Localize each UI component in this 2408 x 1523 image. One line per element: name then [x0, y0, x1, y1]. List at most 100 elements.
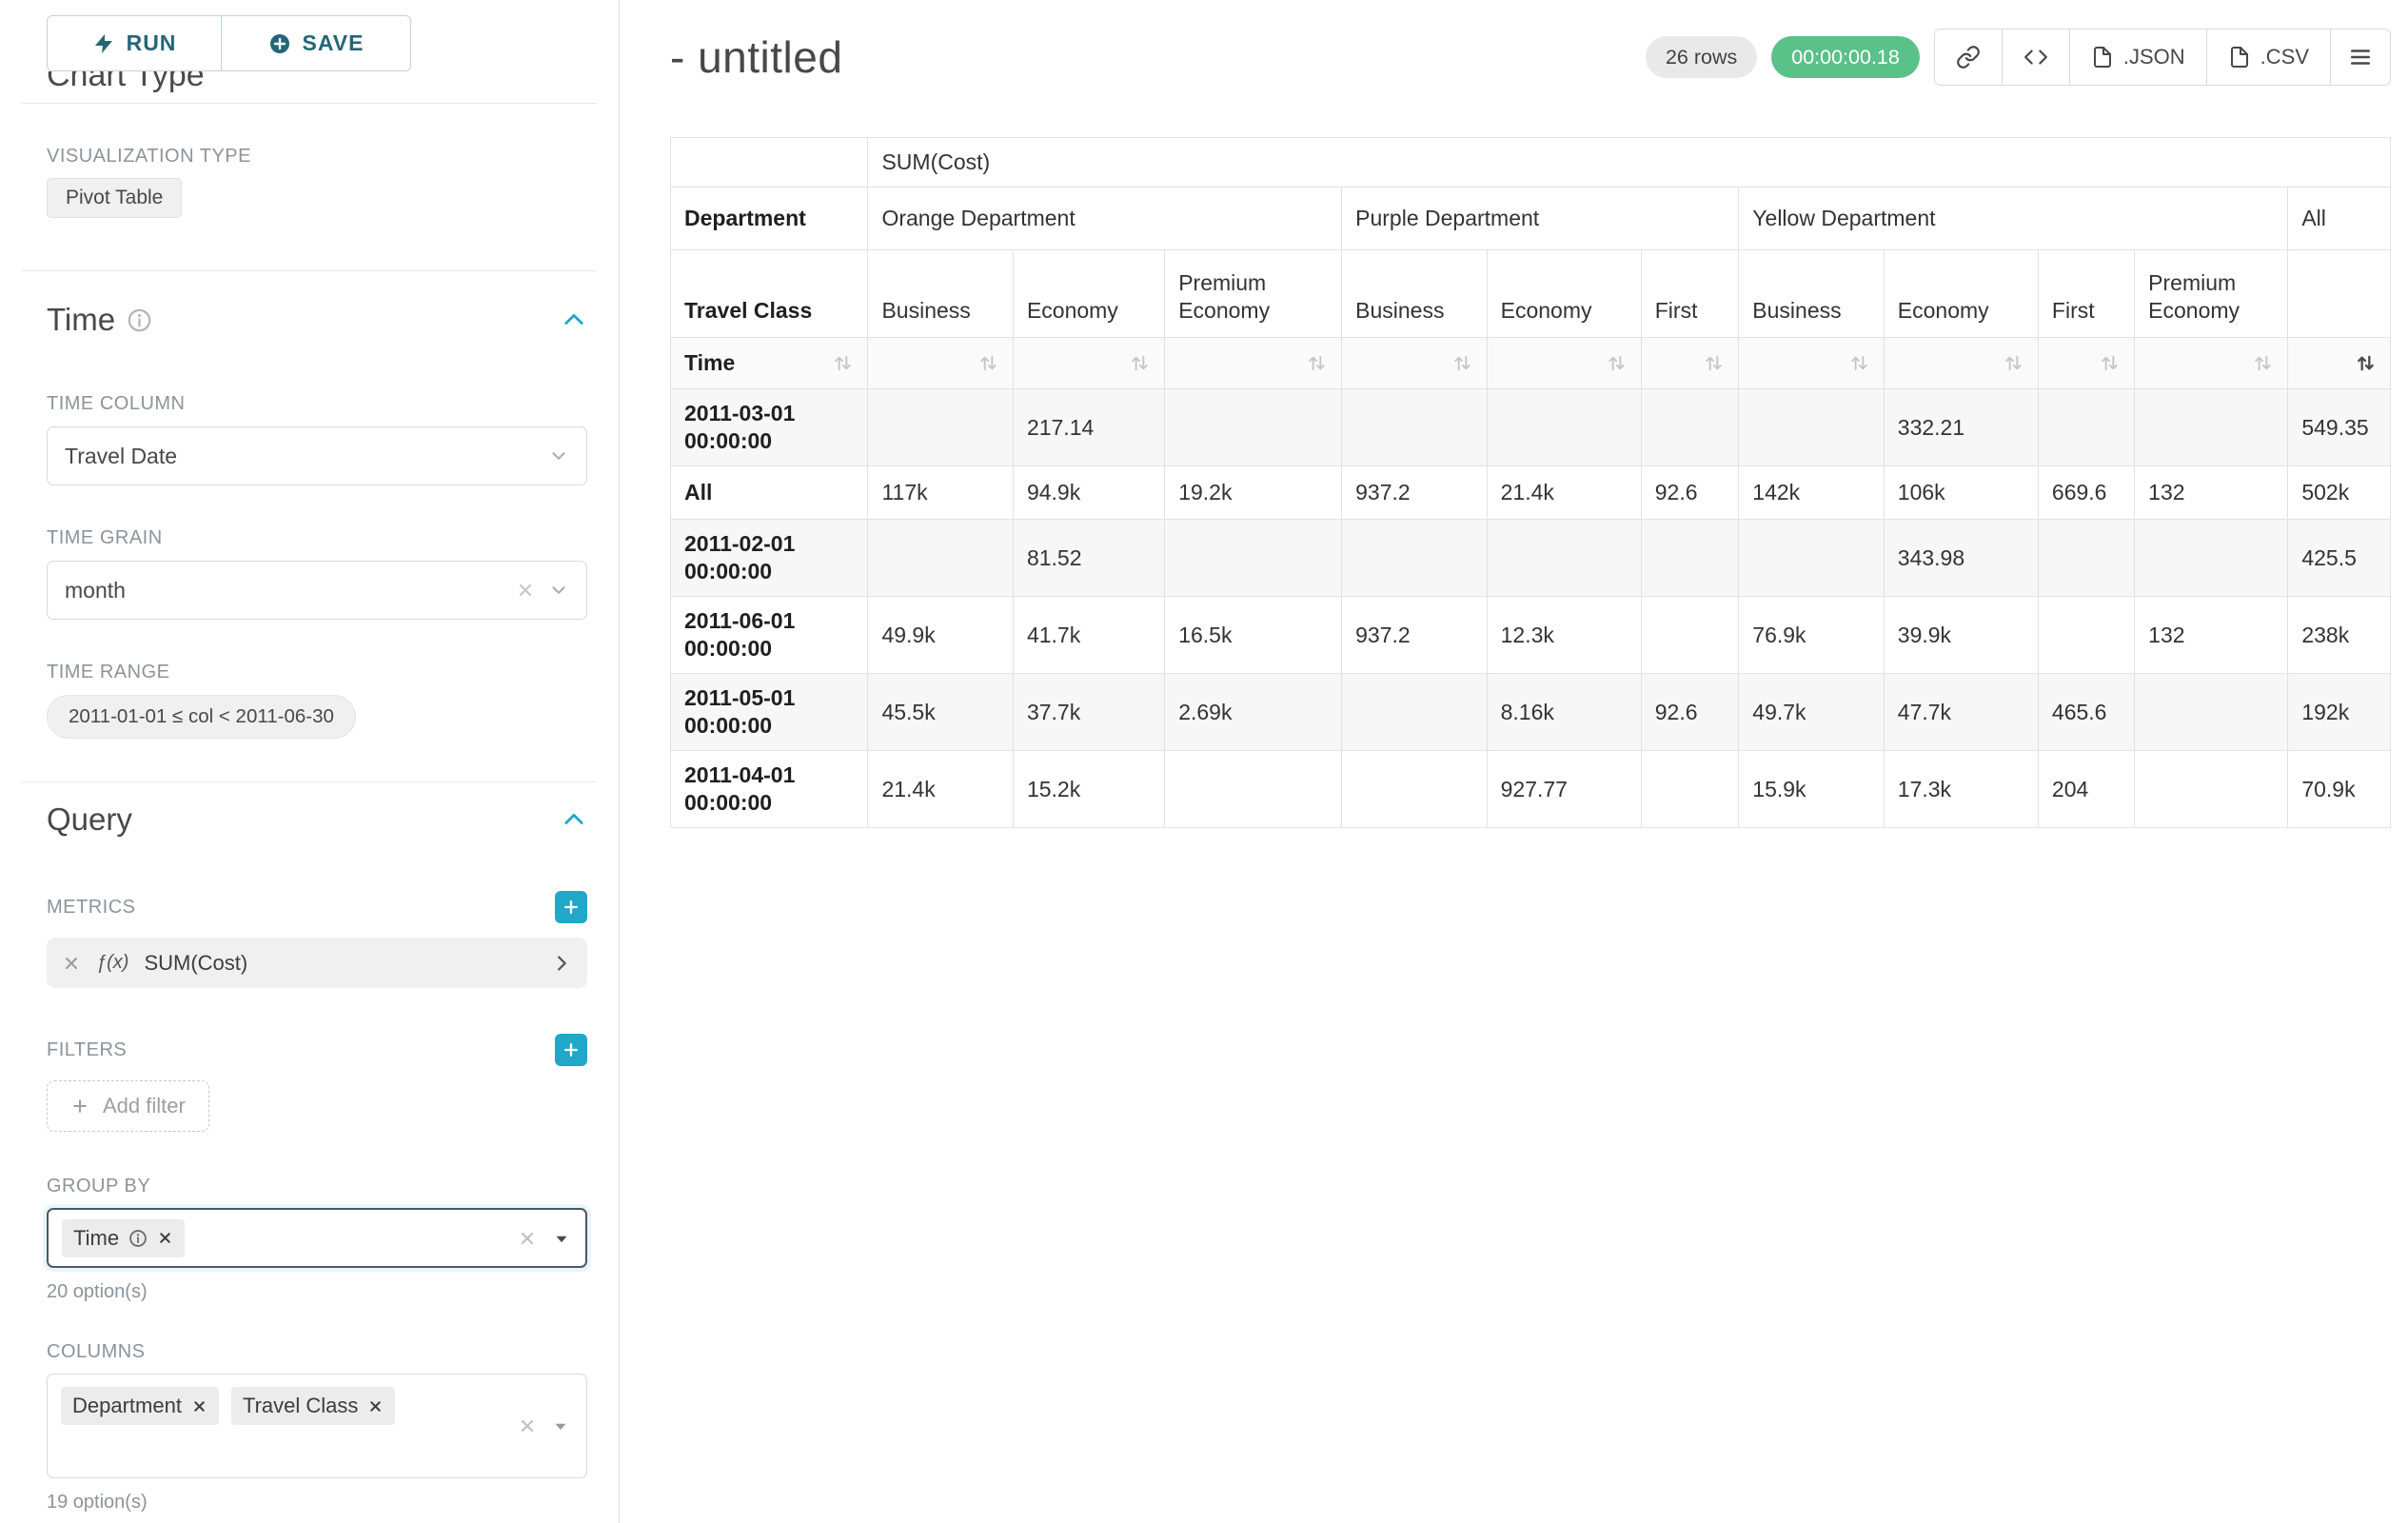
row-label: All — [671, 466, 868, 520]
pivot-class-header: First — [1641, 250, 1739, 338]
pivot-sort-header[interactable] — [1165, 338, 1342, 389]
remove-chip-icon[interactable] — [367, 1398, 384, 1414]
clear-icon[interactable] — [518, 1416, 537, 1435]
sort-icon[interactable] — [1848, 352, 1870, 374]
sort-icon[interactable] — [1451, 352, 1473, 374]
export-csv-label: .CSV — [2260, 45, 2309, 69]
pivot-department-header: Purple Department — [1342, 188, 1739, 250]
group-by-select[interactable]: Time — [47, 1208, 587, 1268]
chevron-up-icon[interactable] — [561, 806, 587, 833]
export-button-group: .JSON .CSV — [1934, 29, 2391, 86]
pivot-class-header: Premium Economy — [2135, 250, 2288, 338]
pivot-value-cell: 16.5k — [1165, 597, 1342, 674]
pivot-sort-header[interactable] — [1487, 338, 1641, 389]
sort-icon[interactable] — [977, 352, 999, 374]
query-section-title: Query — [47, 801, 132, 838]
sort-icon[interactable] — [832, 352, 854, 374]
query-section-header[interactable]: Query — [47, 801, 587, 838]
pivot-sort-header[interactable] — [1641, 338, 1739, 389]
columns-options-hint: 19 option(s) — [47, 1492, 587, 1513]
sort-icon[interactable] — [2355, 352, 2377, 374]
chevron-up-icon[interactable] — [561, 307, 587, 333]
time-grain-label: TIME GRAIN — [47, 527, 587, 549]
pivot-value-cell: 106k — [1884, 466, 2038, 520]
pivot-value-cell: 142k — [1739, 466, 1884, 520]
link-icon — [1956, 45, 1981, 69]
clear-icon[interactable] — [516, 581, 535, 600]
pivot-value-cell — [1739, 389, 1884, 466]
divider — [22, 103, 597, 104]
chart-title[interactable]: - untitled — [670, 31, 842, 83]
columns-select[interactable]: Department Travel Class — [47, 1374, 587, 1478]
sort-icon[interactable] — [1703, 352, 1725, 374]
action-button-group: RUN SAVE — [47, 15, 587, 71]
pivot-value-cell — [2135, 389, 2288, 466]
pivot-class-header: Business — [1342, 250, 1487, 338]
sort-icon[interactable] — [1129, 352, 1151, 374]
chart-type-heading-clipped: Chart Type — [47, 71, 587, 99]
export-json-label: .JSON — [2123, 45, 2185, 69]
pivot-sort-header[interactable] — [2038, 338, 2134, 389]
columns-chip-label: Department — [72, 1394, 182, 1418]
chevron-right-icon[interactable] — [551, 953, 572, 974]
time-column-select[interactable]: Travel Date — [47, 426, 587, 485]
remove-metric-icon[interactable] — [62, 954, 81, 973]
query-timer-badge: 00:00:00.18 — [1771, 36, 1920, 78]
export-json-button[interactable]: .JSON — [2069, 30, 2206, 85]
time-range-pill[interactable]: 2011-01-01 ≤ col < 2011-06-30 — [47, 695, 356, 739]
pivot-sort-header[interactable] — [2135, 338, 2288, 389]
pivot-sort-header[interactable] — [1884, 338, 2038, 389]
pivot-coldim-department: Department — [671, 188, 868, 250]
sort-icon[interactable] — [2252, 352, 2274, 374]
pivot-value-cell: 49.9k — [868, 597, 1013, 674]
time-section-header[interactable]: Time — [47, 302, 587, 338]
visualization-type-label: VISUALIZATION TYPE — [47, 146, 587, 168]
run-button[interactable]: RUN — [47, 15, 222, 71]
save-button[interactable]: SAVE — [222, 15, 411, 71]
metric-name: SUM(Cost) — [144, 951, 247, 976]
copy-link-button[interactable] — [1935, 30, 2002, 85]
viz-type-pill[interactable]: Pivot Table — [47, 178, 182, 218]
save-button-label: SAVE — [303, 30, 365, 56]
add-metric-button[interactable] — [555, 891, 587, 923]
export-csv-button[interactable]: .CSV — [2206, 30, 2330, 85]
pivot-sort-header[interactable] — [1013, 338, 1164, 389]
pivot-value-cell: 47.7k — [1884, 674, 2038, 751]
sort-icon[interactable] — [2003, 352, 2024, 374]
view-query-button[interactable] — [2002, 30, 2069, 85]
time-grain-select[interactable]: month — [47, 561, 587, 620]
sort-icon[interactable] — [2099, 352, 2121, 374]
pivot-value-cell — [2038, 597, 2134, 674]
columns-chip-travel-class[interactable]: Travel Class — [231, 1387, 395, 1425]
plus-icon — [562, 898, 581, 917]
pivot-metric-header: SUM(Cost) — [868, 138, 2391, 188]
pivot-value-cell: 8.16k — [1487, 674, 1641, 751]
pivot-sort-header[interactable] — [1342, 338, 1487, 389]
pivot-value-cell: 502k — [2288, 466, 2391, 520]
pivot-department-header: All — [2288, 188, 2391, 250]
pivot-sort-header[interactable] — [2288, 338, 2391, 389]
metric-chip[interactable]: ƒ(x) SUM(Cost) — [47, 938, 587, 988]
pivot-class-header: First — [2038, 250, 2134, 338]
remove-chip-icon[interactable] — [157, 1230, 173, 1246]
row-label: 2011-05-01 00:00:00 — [671, 674, 868, 751]
add-filter-button[interactable]: Add filter — [47, 1080, 209, 1132]
pivot-row-dimension-header[interactable]: Time — [671, 338, 868, 389]
add-filter-icon-button[interactable] — [555, 1034, 587, 1066]
group-by-chip[interactable]: Time — [62, 1219, 185, 1257]
pivot-value-cell: 17.3k — [1884, 751, 2038, 828]
remove-chip-icon[interactable] — [191, 1398, 207, 1414]
pivot-value-cell: 21.4k — [868, 751, 1013, 828]
pivot-sort-header[interactable] — [868, 338, 1013, 389]
columns-chip-department[interactable]: Department — [61, 1387, 219, 1425]
columns-label: COLUMNS — [47, 1341, 587, 1363]
sort-icon[interactable] — [1606, 352, 1628, 374]
pivot-value-cell — [1165, 751, 1342, 828]
pivot-value-cell — [1641, 520, 1739, 597]
row-dimension-label: Time — [684, 349, 735, 377]
pivot-sort-header[interactable] — [1739, 338, 1884, 389]
pivot-data-row: 2011-02-01 00:00:0081.52343.98425.5 — [671, 520, 2391, 597]
menu-button[interactable] — [2330, 30, 2390, 85]
sort-icon[interactable] — [1306, 352, 1328, 374]
clear-icon[interactable] — [518, 1229, 537, 1248]
